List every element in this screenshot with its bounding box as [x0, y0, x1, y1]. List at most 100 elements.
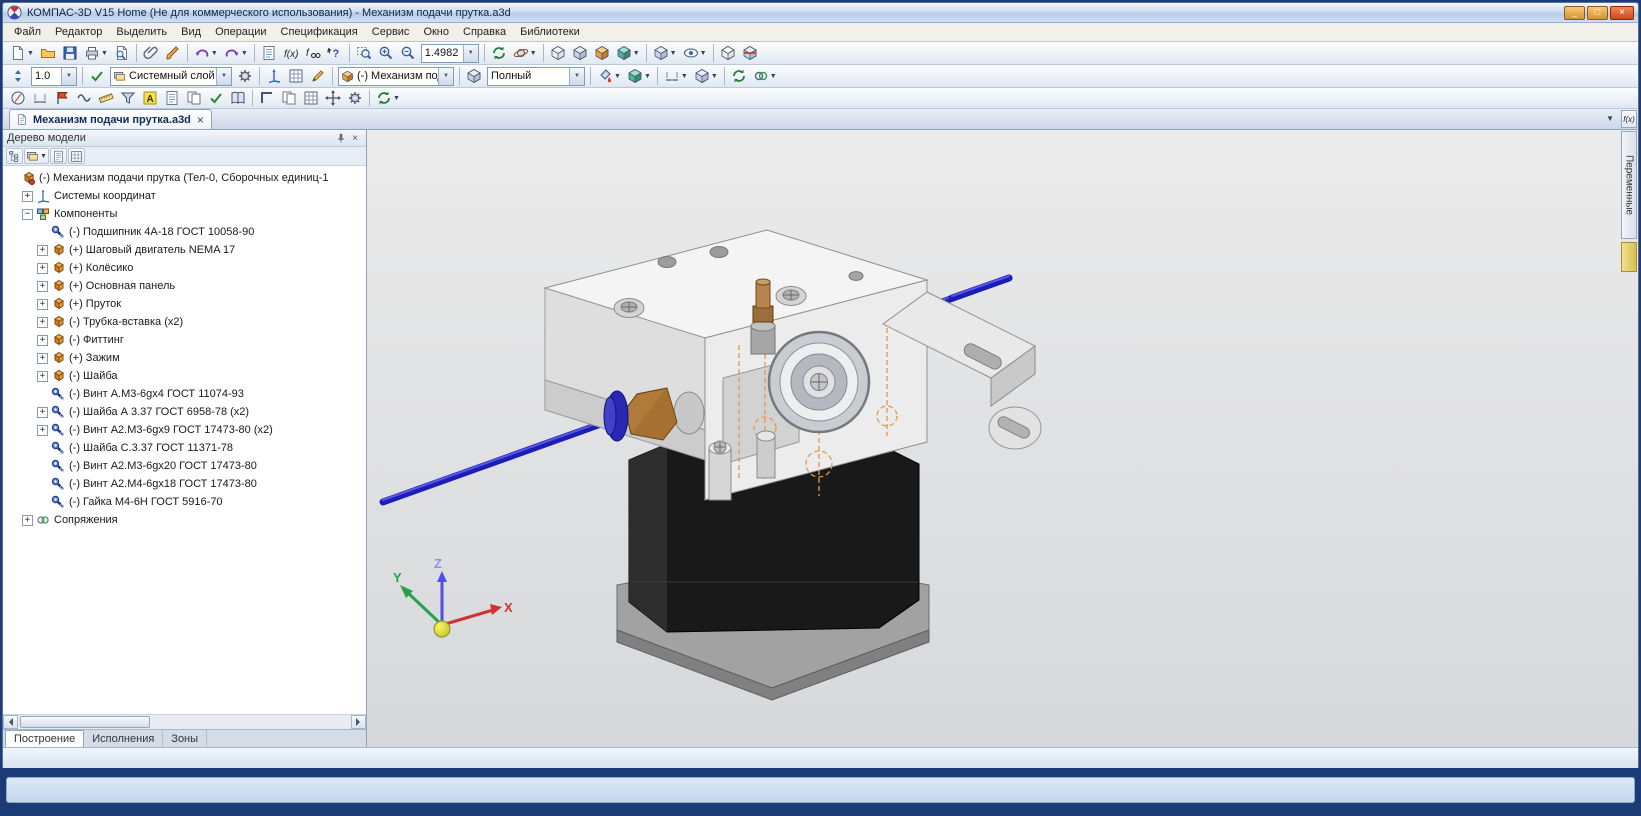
dimensions-panel-button[interactable]	[30, 88, 50, 108]
tree-item[interactable]: (-) Гайка М4-6Н ГОСТ 5916-70	[3, 493, 366, 511]
print-document-button[interactable]: ▼	[82, 43, 110, 63]
scrollbar-thumb[interactable]	[20, 716, 150, 728]
update-view-button[interactable]: ▼	[374, 88, 402, 108]
rotate-model-button[interactable]: ▼	[511, 43, 539, 63]
dropdown-arrow-icon[interactable]: ▼	[216, 67, 231, 85]
tree-item[interactable]: + (+) Зажим	[3, 349, 366, 367]
save-document-button[interactable]	[60, 43, 80, 63]
zoom-in-button[interactable]	[376, 43, 396, 63]
collapse-icon[interactable]: −	[22, 208, 33, 220]
shaded-mode-button[interactable]	[592, 43, 612, 63]
tree-item[interactable]: + (+) Основная панель	[3, 277, 366, 295]
simplified-view-button[interactable]	[718, 43, 738, 63]
pin-icon[interactable]	[334, 133, 348, 143]
expand-icon[interactable]: +	[22, 190, 33, 202]
copy-object-button[interactable]	[279, 88, 299, 108]
measurements-panel-button[interactable]	[96, 88, 116, 108]
dropdown-arrow-icon[interactable]: ▼	[462, 44, 478, 62]
menu-view[interactable]: Вид	[174, 24, 208, 40]
expand-icon[interactable]: +	[37, 424, 48, 436]
function-f00-button[interactable]: f	[303, 43, 323, 63]
panel-close-icon[interactable]: ×	[348, 133, 362, 144]
dropdown-arrow-icon[interactable]: ▼	[27, 50, 34, 57]
tree-item[interactable]: + (-) Винт А2.М3-6gх9 ГОСТ 17473-80 (x2)	[3, 421, 366, 439]
hide-objects-button[interactable]: ▼	[681, 43, 709, 63]
current-layer-combo[interactable]: Системный слой ▼	[110, 66, 232, 86]
dropdown-arrow-icon[interactable]: ▼	[711, 73, 718, 80]
specification-panel-button[interactable]	[162, 88, 182, 108]
tree-structure-view-button[interactable]	[6, 148, 23, 164]
left-fitting[interactable]	[603, 387, 705, 442]
move-component-button[interactable]	[323, 88, 343, 108]
tree-item[interactable]: + (-) Шайба А 3.37 ГОСТ 6958-78 (x2)	[3, 403, 366, 421]
properties-tool-button[interactable]	[345, 88, 365, 108]
local-coordinate-system-button[interactable]	[264, 66, 284, 86]
maximize-button[interactable]: □	[1587, 5, 1608, 20]
insert-object-button[interactable]	[141, 43, 161, 63]
dropdown-arrow-icon[interactable]: ▼	[61, 67, 76, 85]
expand-icon[interactable]: +	[37, 334, 48, 346]
whats-this-help-button[interactable]: ?	[325, 43, 345, 63]
dropdown-arrow-icon[interactable]: ▼	[393, 95, 400, 102]
tree-settings-button[interactable]	[67, 148, 85, 164]
open-document-button[interactable]	[38, 43, 58, 63]
libraries-panel-button[interactable]	[228, 88, 248, 108]
print-preview-button[interactable]	[112, 43, 132, 63]
tree-item[interactable]: (-) Шайба С.3.37 ГОСТ 11371-78	[3, 439, 366, 457]
3d-scene[interactable]: Y Z X	[367, 130, 1638, 747]
expand-icon[interactable]: +	[37, 298, 48, 310]
menu-help[interactable]: Справка	[456, 24, 513, 40]
menu-file[interactable]: Файл	[7, 24, 48, 40]
selection-filters-button[interactable]	[118, 88, 138, 108]
expand-icon[interactable]: +	[37, 262, 48, 274]
tree-item[interactable]: − Компоненты	[3, 205, 366, 223]
layers-state-button[interactable]	[87, 66, 107, 86]
dropdown-arrow-icon[interactable]: ▼	[211, 50, 218, 57]
geometry-panel-button[interactable]	[8, 88, 28, 108]
zoom-out-button[interactable]	[398, 43, 418, 63]
step-snap-button[interactable]	[8, 66, 28, 86]
tree-item[interactable]: + (-) Фиттинг	[3, 331, 366, 349]
menu-window[interactable]: Окно	[416, 24, 456, 40]
specification-button[interactable]	[259, 43, 279, 63]
tree-item[interactable]: + (+) Колёсико	[3, 259, 366, 277]
menu-editor[interactable]: Редактор	[48, 24, 109, 40]
tree-item[interactable]: + (+) Шаговый двигатель NEMA 17	[3, 241, 366, 259]
zoom-by-window-button[interactable]	[354, 43, 374, 63]
tree-item[interactable]: + (-) Шайба	[3, 367, 366, 385]
conditional-designations-button[interactable]	[74, 88, 94, 108]
tree-item[interactable]: (-) Винт А2.М3-6gх20 ГОСТ 17473-80	[3, 457, 366, 475]
display-settings-button[interactable]: ▼	[595, 66, 623, 86]
expand-icon[interactable]: +	[22, 514, 33, 526]
dropdown-arrow-icon[interactable]: ▼	[614, 73, 621, 80]
minimize-button[interactable]: _	[1564, 5, 1585, 20]
tab-versions[interactable]: Исполнения	[84, 730, 164, 747]
wireframe-mode-button[interactable]	[548, 43, 568, 63]
reports-panel-button[interactable]	[184, 88, 204, 108]
tree-item[interactable]: (-) Механизм подачи прутка (Тел-0, Сборо…	[3, 169, 366, 187]
designations-panel-button[interactable]	[52, 88, 72, 108]
dropdown-arrow-icon[interactable]: ▼	[438, 67, 453, 85]
detailing-mode-button[interactable]	[464, 66, 484, 86]
tree-item[interactable]: (-) Винт А2.М4-6gх18 ГОСТ 17473-80	[3, 475, 366, 493]
shaded-with-edges-mode-button[interactable]: ▼	[614, 43, 642, 63]
dropdown-arrow-icon[interactable]: ▼	[681, 73, 688, 80]
screw-head[interactable]	[775, 286, 807, 306]
dropdown-arrow-icon[interactable]: ▼	[700, 50, 707, 57]
expand-icon[interactable]: +	[37, 370, 48, 382]
dropdown-arrow-icon[interactable]: ▼	[633, 50, 640, 57]
document-tab[interactable]: Механизм подачи прутка.a3d ×	[9, 109, 212, 129]
variables-button[interactable]: f(x)	[281, 43, 301, 63]
dropdown-arrow-icon[interactable]: ▼	[644, 73, 651, 80]
dropdown-arrow-icon[interactable]: ▼	[770, 73, 777, 80]
menu-select[interactable]: Выделить	[109, 24, 174, 40]
dropdown-arrow-icon[interactable]: ▼	[569, 67, 584, 85]
dimensions-3d-button[interactable]: ▼	[662, 66, 690, 86]
tab-list-dropdown-icon[interactable]: ▼	[1606, 114, 1614, 123]
dropdown-arrow-icon[interactable]: ▼	[241, 50, 248, 57]
current-zoom-combo[interactable]: 1.4982 ▼	[420, 43, 479, 63]
text-highlight-button[interactable]: A	[140, 88, 160, 108]
menu-service[interactable]: Сервис	[365, 24, 417, 40]
titlebar[interactable]: КОМПАС-3D V15 Home (Не для коммерческого…	[3, 3, 1638, 23]
scroll-right-button[interactable]	[351, 715, 366, 729]
